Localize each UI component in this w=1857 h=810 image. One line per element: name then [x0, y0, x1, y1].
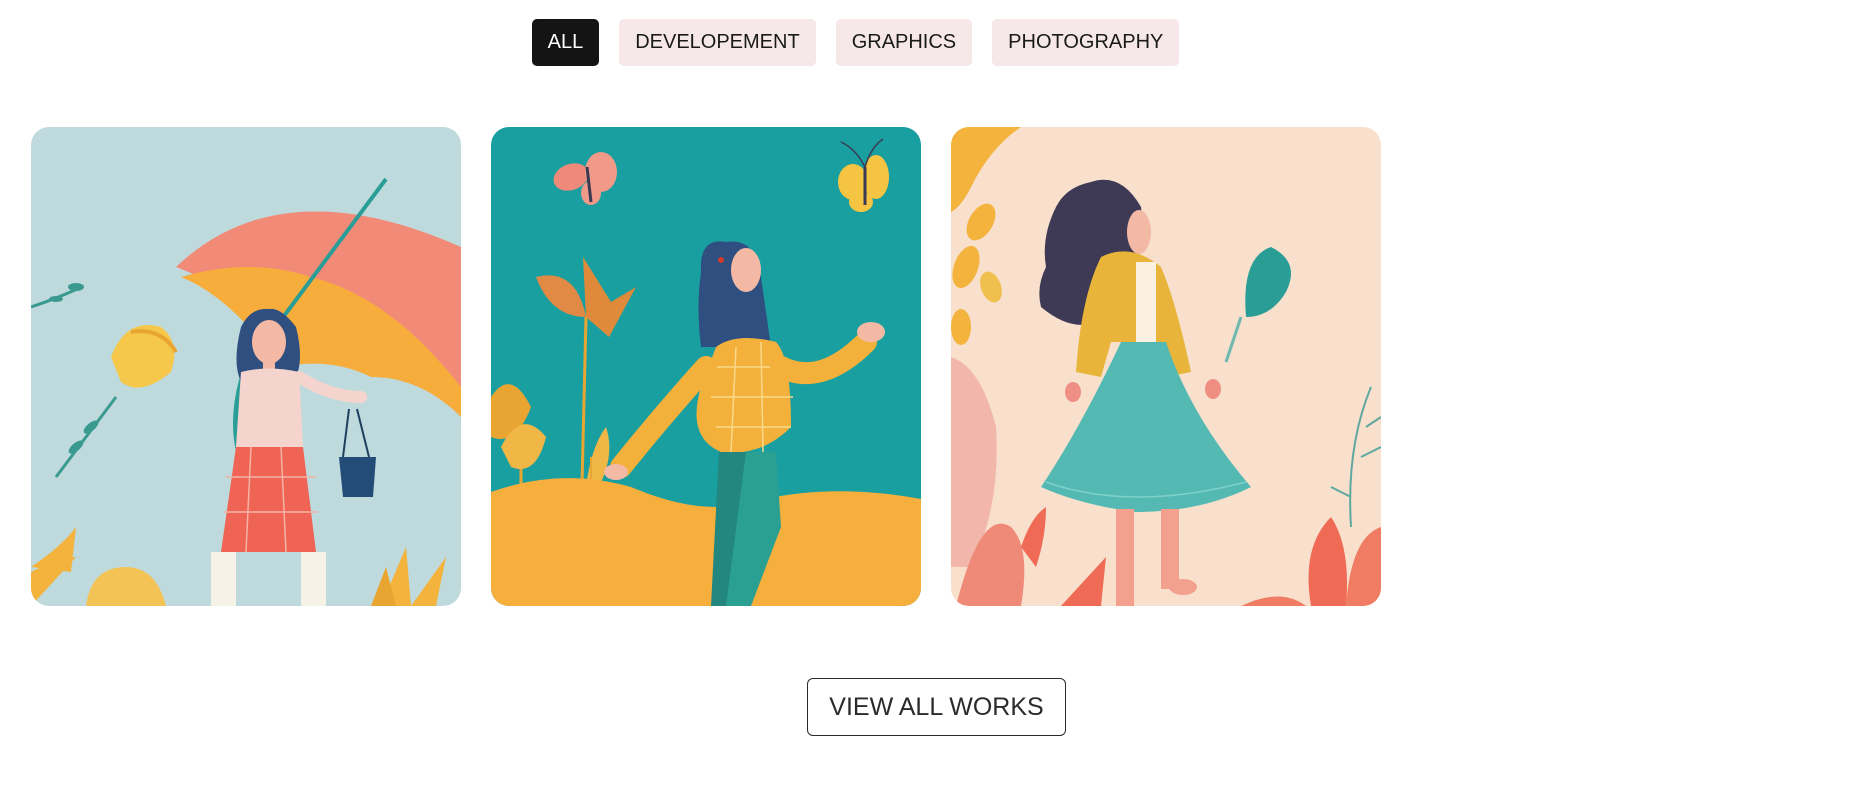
- portfolio-item-umbrella[interactable]: [31, 127, 461, 606]
- portfolio-gallery: [31, 127, 1381, 606]
- filter-graphics-button[interactable]: GRAPHICS: [835, 19, 973, 66]
- woman-with-butterflies-illustration: [491, 127, 921, 606]
- view-all-works-button[interactable]: VIEW ALL WORKS: [807, 678, 1066, 736]
- filter-all-button[interactable]: ALL: [531, 19, 600, 66]
- portfolio-item-butterflies[interactable]: [491, 127, 921, 606]
- portfolio-item-teal-skirt[interactable]: [951, 127, 1381, 606]
- filter-photography-button[interactable]: PHOTOGRAPHY: [992, 19, 1180, 66]
- filter-development-button[interactable]: DEVELOPEMENT: [619, 19, 816, 66]
- woman-with-umbrella-illustration: [31, 127, 461, 606]
- portfolio-filter-bar: ALL DEVELOPEMENT GRAPHICS PHOTOGRAPHY: [0, 19, 1784, 66]
- woman-in-teal-skirt-illustration: [951, 127, 1381, 606]
